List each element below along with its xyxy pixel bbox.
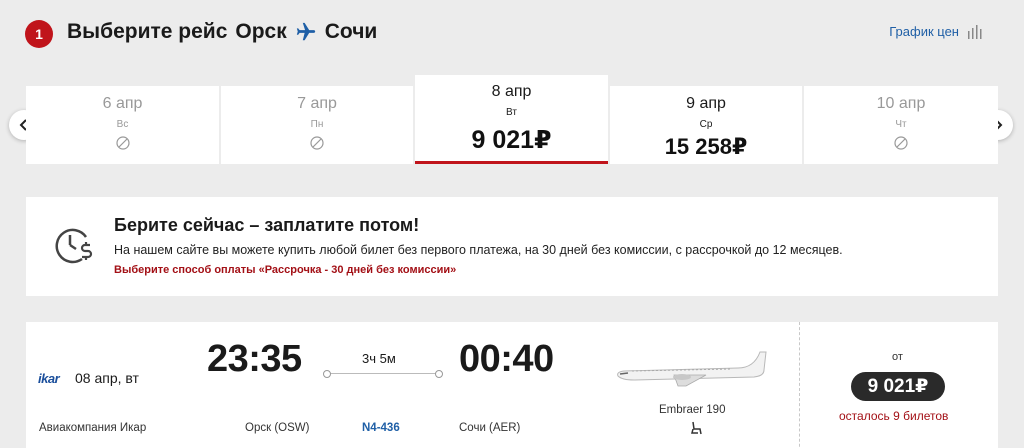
select-flight-price-button[interactable]: 9 021₽ xyxy=(851,372,945,401)
clock-dollar-icon xyxy=(55,228,93,264)
date-label: 6 апр xyxy=(102,95,143,112)
price-prefix: от xyxy=(892,351,903,363)
date-selector: 6 апр Вс 7 апр Пн 8 апр Вт 9 021₽ 9 апр … xyxy=(26,75,998,164)
destination-dot xyxy=(435,370,443,378)
route-line xyxy=(323,370,443,378)
date-cell[interactable]: 6 апр Вс xyxy=(26,86,219,164)
date-price: 15 258₽ xyxy=(664,134,748,159)
unavailable-icon xyxy=(894,136,908,150)
date-cell[interactable]: 10 апр Чт xyxy=(804,86,998,164)
origin-city: Орск xyxy=(235,20,287,43)
installment-promo: Берите сейчас – заплатите потом! На наше… xyxy=(26,197,998,296)
weekday-label: Ср xyxy=(699,119,713,130)
promo-title: Берите сейчас – заплатите потом! xyxy=(114,215,420,235)
page-title: Выберите рейс Орск Сочи xyxy=(67,20,377,44)
seat-icon xyxy=(691,421,702,435)
date-label: 9 апр xyxy=(686,95,726,112)
date-label: 8 апр xyxy=(491,83,532,100)
date-label: 7 апр xyxy=(297,95,337,112)
weekday-label: Вс xyxy=(116,119,129,130)
date-cell-selected[interactable]: 8 апр Вт 9 021₽ xyxy=(415,75,608,164)
aircraft-model: Embraer 190 xyxy=(659,404,726,416)
plane-icon xyxy=(296,22,315,41)
arrival-airport: Сочи (AER) xyxy=(459,422,521,434)
weekday-label: Вт xyxy=(506,107,517,118)
flight-card[interactable]: ikar 08 апр, вт Авиакомпания Икар 23:35 … xyxy=(26,322,998,448)
weekday-label: Пн xyxy=(310,119,324,130)
title-prefix: Выберите рейс xyxy=(67,20,228,43)
airline-name: Авиакомпания Икар xyxy=(39,422,147,434)
aircraft-image xyxy=(617,351,767,387)
page-header: 1 Выберите рейс Орск Сочи График цен xyxy=(25,18,985,48)
date-cell[interactable]: 9 апр Ср 15 258₽ xyxy=(610,86,802,164)
price-chart-label: График цен xyxy=(889,24,959,39)
date-price: 9 021₽ xyxy=(471,126,552,154)
departure-time: 23:35 xyxy=(207,338,302,380)
installment-link[interactable]: Выберите способ оплаты «Рассрочка - 30 д… xyxy=(114,264,456,276)
seats-left: осталось 9 билетов xyxy=(839,409,949,423)
date-label: 10 апр xyxy=(876,95,926,112)
unavailable-icon xyxy=(115,136,130,150)
destination-city: Сочи xyxy=(324,20,378,43)
date-cell[interactable]: 7 апр Пн xyxy=(221,86,413,164)
weekday-label: Чт xyxy=(895,119,907,130)
flight-duration: 3ч 5м xyxy=(362,351,396,366)
flight-number-link[interactable]: N4-436 xyxy=(362,422,400,434)
flight-date: 08 апр, вт xyxy=(75,370,139,386)
promo-text: На нашем сайте вы можете купить любой би… xyxy=(114,243,843,257)
step-badge: 1 xyxy=(25,20,53,48)
arrival-time: 00:40 xyxy=(459,338,554,380)
origin-dot xyxy=(323,370,331,378)
price-chart-link[interactable]: График цен xyxy=(889,24,985,39)
airline-logo: ikar xyxy=(38,371,60,386)
card-divider xyxy=(799,322,800,448)
bar-chart-icon xyxy=(968,24,982,39)
departure-airport: Орск (OSW) xyxy=(245,422,310,434)
unavailable-icon xyxy=(310,136,324,150)
